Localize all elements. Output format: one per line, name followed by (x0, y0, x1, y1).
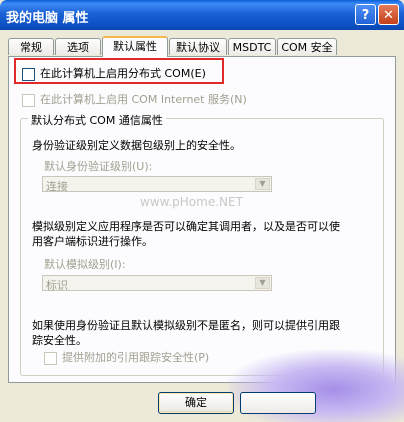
enable-internet-label: 在此计算机上启用 COM Internet 服务(N) (40, 93, 247, 106)
help-button[interactable]: ? (355, 4, 376, 25)
enable-internet-checkbox[interactable]: 在此计算机上启用 COM Internet 服务(N) (22, 91, 247, 107)
auth-level-select[interactable]: 连接 ▼ (42, 176, 272, 193)
checkbox-box[interactable] (22, 93, 35, 107)
tracking-description-2: 踪安全性。 (32, 334, 87, 347)
tab-options[interactable]: 选项 (55, 38, 101, 55)
tracking-description-1: 如果使用身份验证且默认模拟级别不是匿名，则可以提供引用跟 (32, 319, 340, 332)
chevron-down-icon[interactable]: ▼ (255, 277, 270, 289)
enable-dcom-checkbox[interactable]: 在此计算机上启用分布式 COM(E) (22, 65, 206, 81)
tab-general[interactable]: 常规 (8, 38, 54, 55)
reference-tracking-checkbox[interactable]: 提供附加的引用跟踪安全性(P) (44, 349, 209, 365)
cancel-button[interactable] (240, 392, 316, 414)
tab-com-security[interactable]: COM 安全 (277, 38, 337, 55)
group-title: 默认分布式 COM 通信属性 (28, 112, 166, 128)
auth-level-value: 连接 (46, 180, 68, 193)
impersonation-level-label: 默认模拟级别(I): (44, 258, 126, 271)
auth-level-label: 默认身份验证级别(U): (44, 160, 153, 173)
tab-default-protocols[interactable]: 默认协议 (169, 38, 227, 55)
impersonation-level-value: 标识 (46, 279, 68, 292)
impersonation-description-1: 模拟级别定义应用程序是否可以确定其调用者，以及是否可以使 (32, 220, 340, 233)
window-title: 我的电脑 属性 (6, 11, 89, 26)
close-button[interactable]: ✕ (378, 4, 399, 25)
auth-description: 身份验证级别定义数据包级别上的安全性。 (32, 139, 241, 152)
enable-dcom-label: 在此计算机上启用分布式 COM(E) (40, 67, 206, 80)
checkbox-box[interactable] (44, 351, 57, 365)
reference-tracking-label: 提供附加的引用跟踪安全性(P) (62, 351, 210, 364)
tab-strip: 常规 选项 默认属性 默认协议 MSDTC COM 安全 (8, 36, 398, 57)
title-bar: 我的电脑 属性 ? ✕ (0, 0, 404, 30)
checkbox-box[interactable] (22, 67, 35, 81)
ok-button[interactable]: 确定 (158, 392, 234, 414)
properties-window: 我的电脑 属性 ? ✕ 常规 选项 默认属性 默认协议 MSDTC COM 安全… (0, 0, 404, 422)
impersonation-description-2: 用客户端标识进行操作。 (32, 235, 153, 248)
tab-default-properties[interactable]: 默认属性 (102, 36, 168, 57)
impersonation-level-select[interactable]: 标识 ▼ (42, 275, 272, 292)
chevron-down-icon[interactable]: ▼ (255, 178, 270, 190)
watermark: www.pHome.NET (140, 195, 243, 209)
tab-msdtc[interactable]: MSDTC (228, 38, 276, 55)
